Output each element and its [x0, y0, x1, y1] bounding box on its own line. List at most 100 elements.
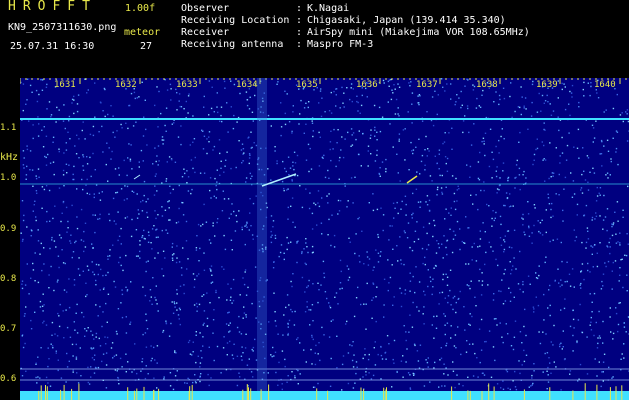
noise-dot [519, 131, 521, 134]
noise-dot [412, 372, 414, 375]
noise-dot [23, 315, 26, 317]
noise-dot [382, 79, 385, 82]
noise-dot [57, 369, 59, 372]
noise-dot [118, 174, 120, 176]
noise-dot [38, 123, 40, 125]
noise-dot [154, 210, 156, 212]
noise-dot [308, 101, 310, 103]
receiver-value: AirSpy mini (Miakejima VOR 108.65MHz) [307, 27, 530, 38]
noise-dot [97, 315, 99, 317]
noise-dot [432, 124, 435, 127]
noise-dot [346, 265, 348, 267]
noise-dot [154, 175, 157, 177]
noise-dot [492, 158, 495, 161]
noise-dot [372, 297, 375, 299]
noise-dot [141, 236, 143, 239]
noise-dot [591, 246, 594, 248]
noise-dot [284, 358, 286, 361]
noise-dot [552, 172, 555, 174]
noise-dot [491, 177, 493, 179]
noise-dot [596, 92, 598, 94]
noise-dot [446, 253, 448, 256]
noise-dot [495, 145, 497, 148]
noise-dot [37, 135, 40, 137]
noise-dot [531, 232, 533, 234]
noise-dot [46, 83, 48, 86]
noise-dot [499, 177, 501, 179]
noise-dot [171, 159, 173, 161]
noise-dot [592, 141, 594, 143]
noise-dot [97, 366, 100, 369]
noise-dot [383, 304, 385, 306]
noise-dot [180, 267, 183, 269]
noise-dot [380, 251, 382, 253]
noise-dot [65, 381, 67, 383]
noise-dot [381, 161, 384, 163]
noise-dot [519, 188, 521, 191]
noise-dot [194, 278, 196, 281]
noise-dot [503, 248, 506, 251]
noise-dot [337, 213, 339, 215]
noise-dot [358, 130, 360, 132]
noise-dot [330, 357, 332, 360]
noise-dot [35, 175, 37, 177]
noise-dot [494, 217, 496, 219]
noise-dot [500, 387, 502, 389]
noise-dot [456, 189, 458, 191]
noise-dot [316, 224, 318, 226]
noise-dot [92, 152, 94, 155]
noise-dot [46, 220, 48, 223]
noise-dot [80, 239, 83, 241]
noise-dot [453, 192, 456, 195]
noise-dot [156, 345, 159, 347]
noise-dot [147, 373, 149, 375]
noise-dot [107, 113, 109, 116]
noise-dot [156, 387, 158, 389]
noise-dot [110, 347, 113, 349]
noise-dot [330, 244, 332, 247]
noise-dot [445, 186, 447, 188]
noise-dot [606, 139, 609, 141]
noise-dot [87, 269, 90, 271]
noise-dot [493, 219, 495, 222]
noise-dot [101, 125, 103, 128]
noise-dot [587, 230, 589, 232]
noise-dot [162, 275, 165, 277]
noise-dot [602, 380, 604, 382]
noise-dot [57, 359, 59, 361]
noise-dot [619, 274, 621, 276]
noise-dot [248, 229, 250, 231]
noise-dot [590, 316, 592, 319]
noise-dot [550, 208, 552, 211]
noise-dot [455, 301, 457, 304]
noise-dot [68, 360, 70, 362]
noise-dot [191, 188, 193, 191]
noise-dot [612, 107, 615, 110]
noise-dot [277, 81, 279, 83]
noise-dot [502, 380, 504, 382]
noise-dot [245, 294, 248, 296]
noise-dot [48, 274, 50, 276]
noise-dot [303, 349, 305, 351]
noise-dot [270, 241, 273, 244]
noise-dot [399, 236, 401, 238]
noise-dot [400, 292, 403, 294]
noise-dot [171, 257, 174, 259]
noise-dot [169, 385, 172, 387]
noise-dot [496, 324, 498, 326]
noise-dot [116, 333, 118, 335]
noise-dot [25, 174, 28, 176]
noise-dot [274, 237, 277, 239]
noise-dot [192, 381, 194, 384]
noise-dot [360, 303, 362, 306]
noise-dot [287, 323, 289, 325]
noise-dot [573, 327, 575, 329]
noise-dot [310, 348, 312, 351]
noise-dot [560, 389, 562, 391]
noise-dot [454, 208, 457, 211]
noise-dot [426, 155, 428, 157]
noise-dot [41, 269, 43, 272]
noise-dot [558, 194, 560, 196]
noise-dot [440, 78, 443, 80]
noise-dot [235, 166, 237, 169]
